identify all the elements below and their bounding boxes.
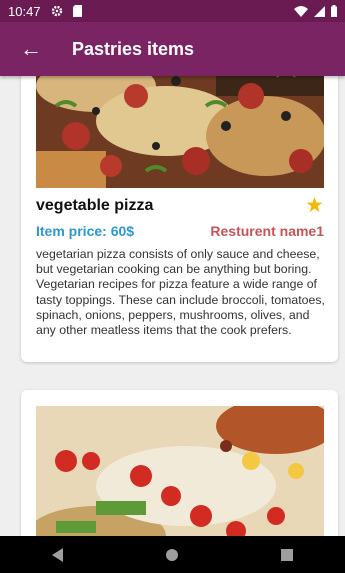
navigation-bar [0,536,345,573]
back-arrow-icon[interactable]: ← [20,38,44,60]
restaurant-name: Resturent name1 [210,223,324,239]
sd-card-icon [72,5,82,17]
signal-icon [314,5,325,17]
star-icon[interactable]: ★ [305,193,324,218]
settings-icon [51,5,62,17]
status-bar: 10:47 [0,0,345,22]
wifi-icon [294,5,308,17]
item-description: vegetarian pizza consists of only sauce … [36,247,325,338]
page-title: Pastries items [72,38,195,59]
nav-recents-icon[interactable] [281,548,294,561]
item-name: vegetable pizza [36,197,154,214]
battery-icon [331,5,337,17]
item-card[interactable]: vegetable pizza ★ Item price: 60$ Restur… [21,76,338,362]
app-bar: ← Pastries items [0,22,345,76]
item-card[interactable] [21,390,338,536]
platter-image [36,406,324,536]
item-price: Item price: 60$ [36,223,135,239]
nav-home-icon[interactable] [165,548,178,561]
pizza-image [36,76,324,188]
nav-back-icon[interactable] [51,547,63,562]
item-list[interactable]: vegetable pizza ★ Item price: 60$ Restur… [0,76,345,536]
status-time: 10:47 [8,3,41,19]
